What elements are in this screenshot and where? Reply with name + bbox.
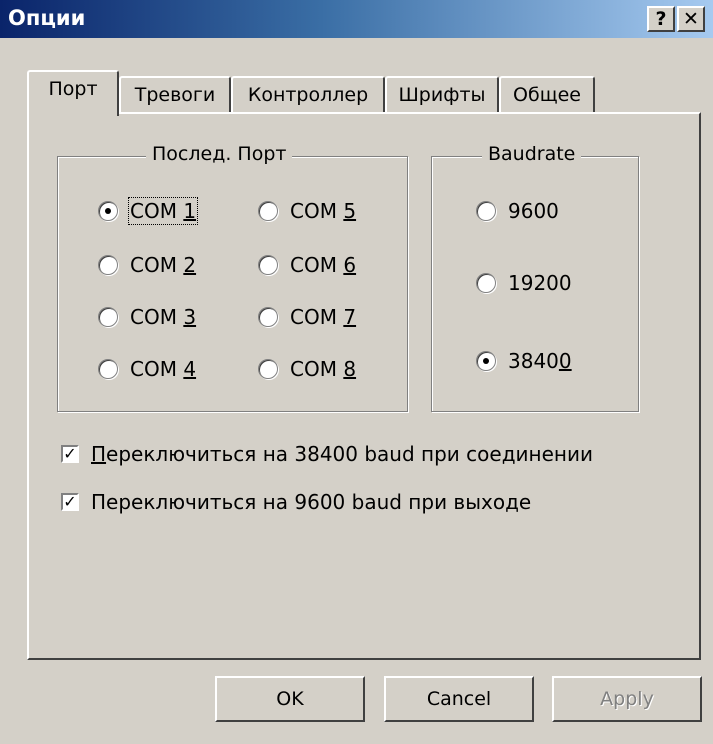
com7-label: COM 7	[290, 305, 357, 329]
switch-on-exit-label: Переключиться на 9600 baud при выходе	[91, 490, 532, 514]
serial-port-group: Послед. Порт COM 1 COM 2 COM 3 COM 4 COM…	[57, 143, 408, 412]
tab-port[interactable]: Порт	[27, 70, 119, 116]
baudrate-group: Baudrate 9600 19200 38400	[431, 143, 639, 412]
com6-label: COM 6	[290, 253, 357, 277]
radio-baud-19200[interactable]: 19200	[476, 269, 572, 297]
radio-button-icon[interactable]	[98, 307, 118, 327]
radio-button-icon[interactable]	[476, 201, 496, 221]
window-title: Опции	[8, 6, 86, 30]
ok-button[interactable]: OK	[215, 676, 365, 722]
com5-label: COM 5	[290, 199, 357, 223]
help-button[interactable]: ?	[647, 6, 675, 32]
radio-com4[interactable]: COM 4	[98, 355, 196, 383]
checkbox-switch-on-connect[interactable]: ✓ Переключиться на 38400 baud при соедин…	[61, 440, 593, 468]
close-button[interactable]: ✕	[677, 6, 705, 32]
apply-button[interactable]: Apply	[552, 676, 702, 722]
radio-com7[interactable]: COM 7	[258, 303, 356, 331]
serial-port-legend: Послед. Порт	[146, 143, 293, 165]
checkbox-checked-icon[interactable]: ✓	[61, 445, 79, 463]
cancel-button[interactable]: Cancel	[384, 676, 534, 722]
radio-button-icon[interactable]	[98, 359, 118, 379]
com3-label: COM 3	[130, 305, 197, 329]
tab-fonts[interactable]: Шрифты	[385, 76, 499, 114]
radio-com5[interactable]: COM 5	[258, 197, 356, 225]
close-icon: ✕	[683, 8, 699, 30]
tab-controller[interactable]: Контроллер	[231, 76, 385, 114]
switch-on-connect-label: Переключиться на 38400 baud при соединен…	[91, 442, 593, 466]
tab-panel-port: Послед. Порт COM 1 COM 2 COM 3 COM 4 COM…	[27, 112, 701, 660]
com2-label: COM 2	[130, 253, 197, 277]
radio-baud-38400[interactable]: 38400	[476, 347, 572, 375]
com4-label: COM 4	[130, 357, 197, 381]
com8-label: COM 8	[290, 357, 357, 381]
com1-label: COM 1	[127, 197, 199, 225]
radio-button-icon[interactable]	[98, 255, 118, 275]
radio-button-icon[interactable]	[258, 201, 278, 221]
baud-9600-label: 9600	[508, 199, 559, 223]
baudrate-legend: Baudrate	[482, 143, 582, 165]
radio-button-icon[interactable]	[98, 201, 118, 221]
radio-button-icon[interactable]	[476, 351, 496, 371]
tab-alarms[interactable]: Тревоги	[119, 76, 231, 114]
radio-button-icon[interactable]	[258, 307, 278, 327]
title-bar: Опции ? ✕	[0, 0, 713, 38]
radio-com2[interactable]: COM 2	[98, 251, 196, 279]
checkbox-switch-on-exit[interactable]: ✓ Переключиться на 9600 baud при выходе	[61, 488, 531, 516]
radio-baud-9600[interactable]: 9600	[476, 197, 559, 225]
radio-com8[interactable]: COM 8	[258, 355, 356, 383]
radio-button-icon[interactable]	[476, 273, 496, 293]
radio-com1[interactable]: COM 1	[98, 197, 199, 225]
radio-com6[interactable]: COM 6	[258, 251, 356, 279]
radio-com3[interactable]: COM 3	[98, 303, 196, 331]
radio-button-icon[interactable]	[258, 255, 278, 275]
baud-38400-label: 38400	[508, 349, 572, 373]
baud-19200-label: 19200	[508, 271, 572, 295]
tab-general[interactable]: Общее	[499, 76, 595, 114]
checkbox-checked-icon[interactable]: ✓	[61, 493, 79, 511]
radio-button-icon[interactable]	[258, 359, 278, 379]
